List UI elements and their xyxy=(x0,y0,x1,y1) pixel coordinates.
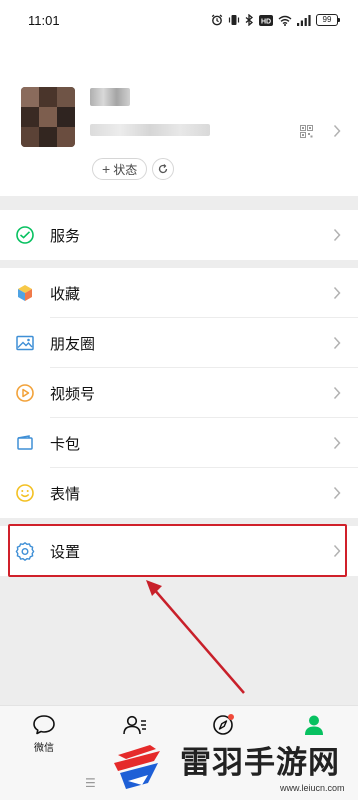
watermark-url: www.leiucn.com xyxy=(280,783,345,793)
watermark: 雷羽手游网 www.leiucn.com xyxy=(108,733,354,799)
tab-label: 微信 xyxy=(34,743,54,754)
menu-lines-icon[interactable]: ☰ xyxy=(85,776,96,790)
watermark-logo-icon xyxy=(114,745,160,789)
annotation-arrow-icon xyxy=(146,580,245,694)
tab-chats[interactable]: 微信 xyxy=(14,714,74,754)
watermark-title: 雷羽手游网 xyxy=(180,745,340,781)
chat-bubble-icon xyxy=(33,715,55,735)
